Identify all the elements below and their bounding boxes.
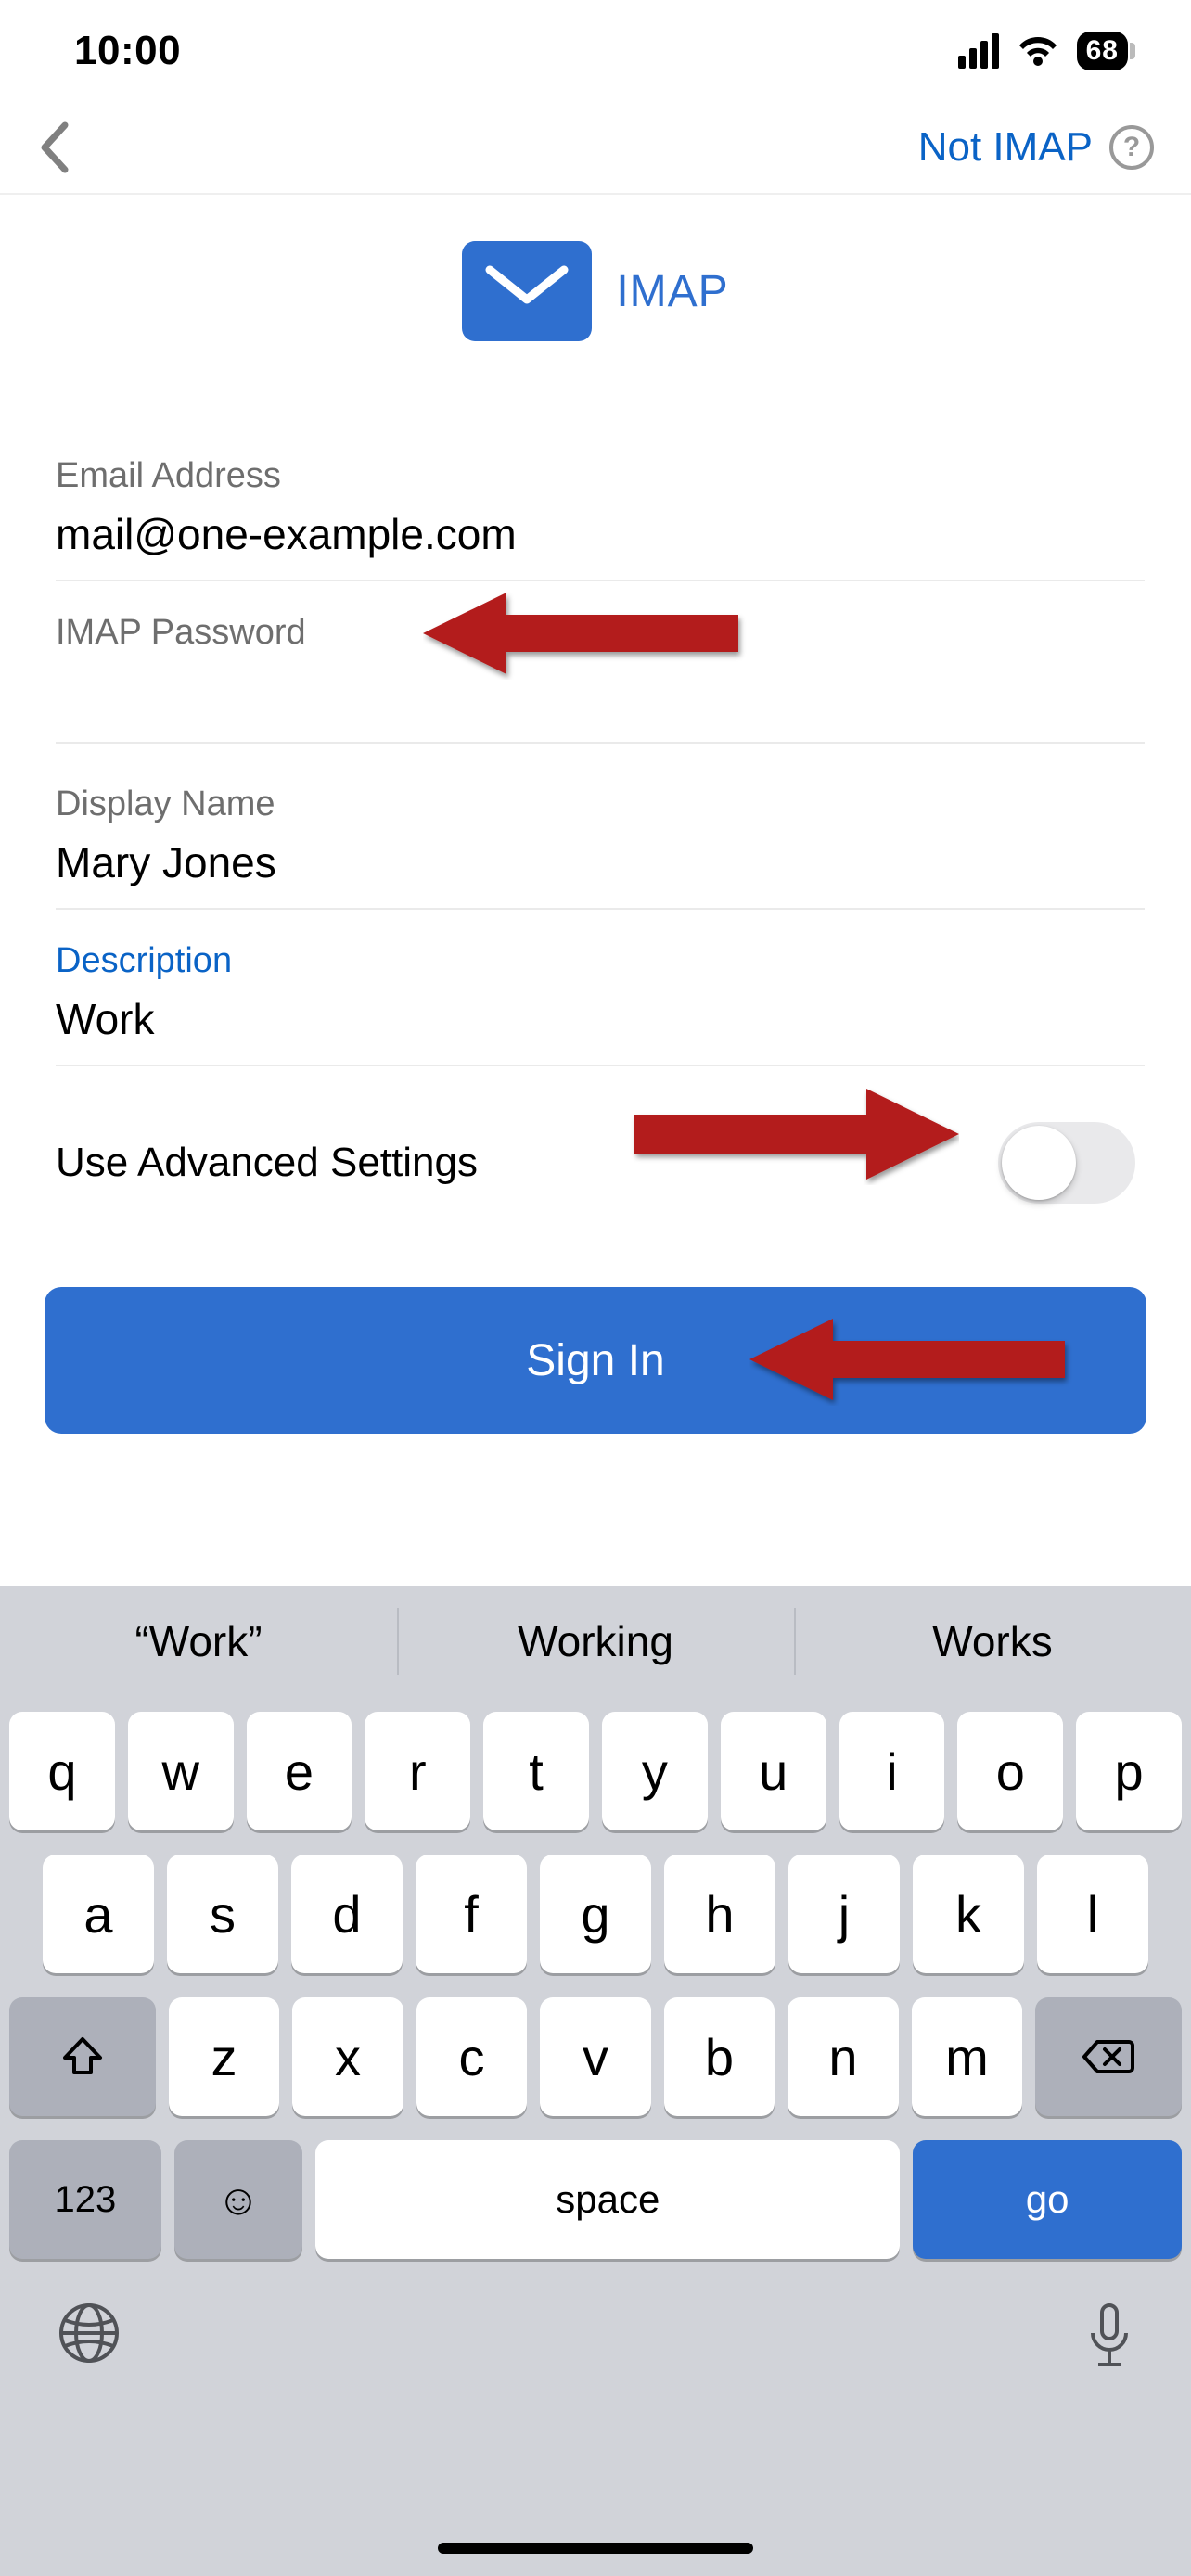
key-b[interactable]: b bbox=[664, 1997, 775, 2116]
key-v[interactable]: v bbox=[540, 1997, 650, 2116]
go-key[interactable]: go bbox=[913, 2140, 1182, 2259]
key-m[interactable]: m bbox=[912, 1997, 1022, 2116]
key-h[interactable]: h bbox=[664, 1855, 775, 1973]
signin-form: Email Address IMAP Password Display Name… bbox=[0, 360, 1191, 1434]
status-time: 10:00 bbox=[74, 28, 181, 74]
backspace-icon bbox=[1082, 2038, 1134, 2075]
annotation-arrow-icon bbox=[625, 1083, 959, 1185]
key-n[interactable]: n bbox=[788, 1997, 898, 2116]
key-l[interactable]: l bbox=[1037, 1855, 1148, 1973]
email-field[interactable] bbox=[56, 509, 1145, 559]
password-field[interactable] bbox=[56, 666, 1145, 716]
description-row[interactable]: Description bbox=[56, 910, 1145, 1066]
description-field[interactable] bbox=[56, 994, 1145, 1044]
advanced-toggle[interactable] bbox=[998, 1122, 1135, 1204]
space-key[interactable]: space bbox=[315, 2140, 900, 2259]
suggestion[interactable]: “Work” bbox=[0, 1586, 397, 1697]
keyboard: “Work” Working Works qwertyuiop asdfghjk… bbox=[0, 1586, 1191, 2576]
key-g[interactable]: g bbox=[540, 1855, 651, 1973]
key-u[interactable]: u bbox=[721, 1712, 826, 1830]
key-c[interactable]: c bbox=[416, 1997, 527, 2116]
display-name-row[interactable]: Display Name bbox=[56, 753, 1145, 910]
not-imap-link[interactable]: Not IMAP bbox=[918, 124, 1093, 171]
signin-button[interactable]: Sign In bbox=[45, 1287, 1146, 1434]
key-k[interactable]: k bbox=[913, 1855, 1024, 1973]
description-label: Description bbox=[56, 941, 1145, 981]
status-bar: 10:00 68 bbox=[0, 0, 1191, 102]
shift-icon bbox=[61, 2035, 104, 2078]
page-title-text: IMAP bbox=[616, 266, 728, 317]
mic-icon bbox=[1083, 2300, 1135, 2374]
email-row[interactable]: Email Address bbox=[56, 425, 1145, 581]
signin-label: Sign In bbox=[526, 1335, 664, 1386]
backspace-key[interactable] bbox=[1035, 1997, 1182, 2116]
globe-icon bbox=[56, 2300, 122, 2366]
battery-icon: 68 bbox=[1077, 32, 1135, 70]
globe-key[interactable] bbox=[56, 2300, 122, 2378]
help-icon[interactable]: ? bbox=[1109, 125, 1154, 170]
nav-bar: Not IMAP ? bbox=[0, 102, 1191, 195]
battery-level: 68 bbox=[1086, 35, 1119, 66]
key-p[interactable]: p bbox=[1076, 1712, 1182, 1830]
email-label: Email Address bbox=[56, 456, 1145, 496]
display-name-field[interactable] bbox=[56, 837, 1145, 887]
home-indicator[interactable] bbox=[438, 2543, 753, 2554]
key-z[interactable]: z bbox=[169, 1997, 279, 2116]
suggestion[interactable]: Works bbox=[794, 1586, 1191, 1697]
key-t[interactable]: t bbox=[483, 1712, 589, 1830]
suggestion-bar: “Work” Working Works bbox=[0, 1586, 1191, 1697]
key-f[interactable]: f bbox=[416, 1855, 527, 1973]
key-e[interactable]: e bbox=[247, 1712, 352, 1830]
key-x[interactable]: x bbox=[292, 1997, 403, 2116]
shift-key[interactable] bbox=[9, 1997, 156, 2116]
cellular-icon bbox=[958, 33, 999, 69]
key-j[interactable]: j bbox=[788, 1855, 900, 1973]
password-row[interactable]: IMAP Password bbox=[56, 581, 1145, 744]
emoji-key[interactable]: ☺︎ bbox=[174, 2140, 303, 2259]
key-r[interactable]: r bbox=[365, 1712, 470, 1830]
wifi-icon bbox=[1018, 34, 1058, 68]
back-button[interactable] bbox=[37, 120, 74, 175]
key-y[interactable]: y bbox=[602, 1712, 708, 1830]
suggestion[interactable]: Working bbox=[397, 1586, 794, 1697]
advanced-row: Use Advanced Settings bbox=[56, 1066, 1145, 1259]
key-s[interactable]: s bbox=[167, 1855, 278, 1973]
advanced-label: Use Advanced Settings bbox=[56, 1140, 478, 1186]
page-title: IMAP bbox=[0, 195, 1191, 360]
key-i[interactable]: i bbox=[839, 1712, 945, 1830]
numeric-key[interactable]: 123 bbox=[9, 2140, 161, 2259]
mail-icon bbox=[462, 241, 592, 341]
key-w[interactable]: w bbox=[128, 1712, 234, 1830]
emoji-icon: ☺︎ bbox=[217, 2174, 261, 2225]
key-a[interactable]: a bbox=[43, 1855, 154, 1973]
key-q[interactable]: q bbox=[9, 1712, 115, 1830]
password-label: IMAP Password bbox=[56, 613, 1145, 653]
annotation-arrow-icon bbox=[749, 1313, 1074, 1406]
key-d[interactable]: d bbox=[291, 1855, 403, 1973]
display-name-label: Display Name bbox=[56, 784, 1145, 824]
key-o[interactable]: o bbox=[957, 1712, 1063, 1830]
dictation-key[interactable] bbox=[1083, 2300, 1135, 2378]
